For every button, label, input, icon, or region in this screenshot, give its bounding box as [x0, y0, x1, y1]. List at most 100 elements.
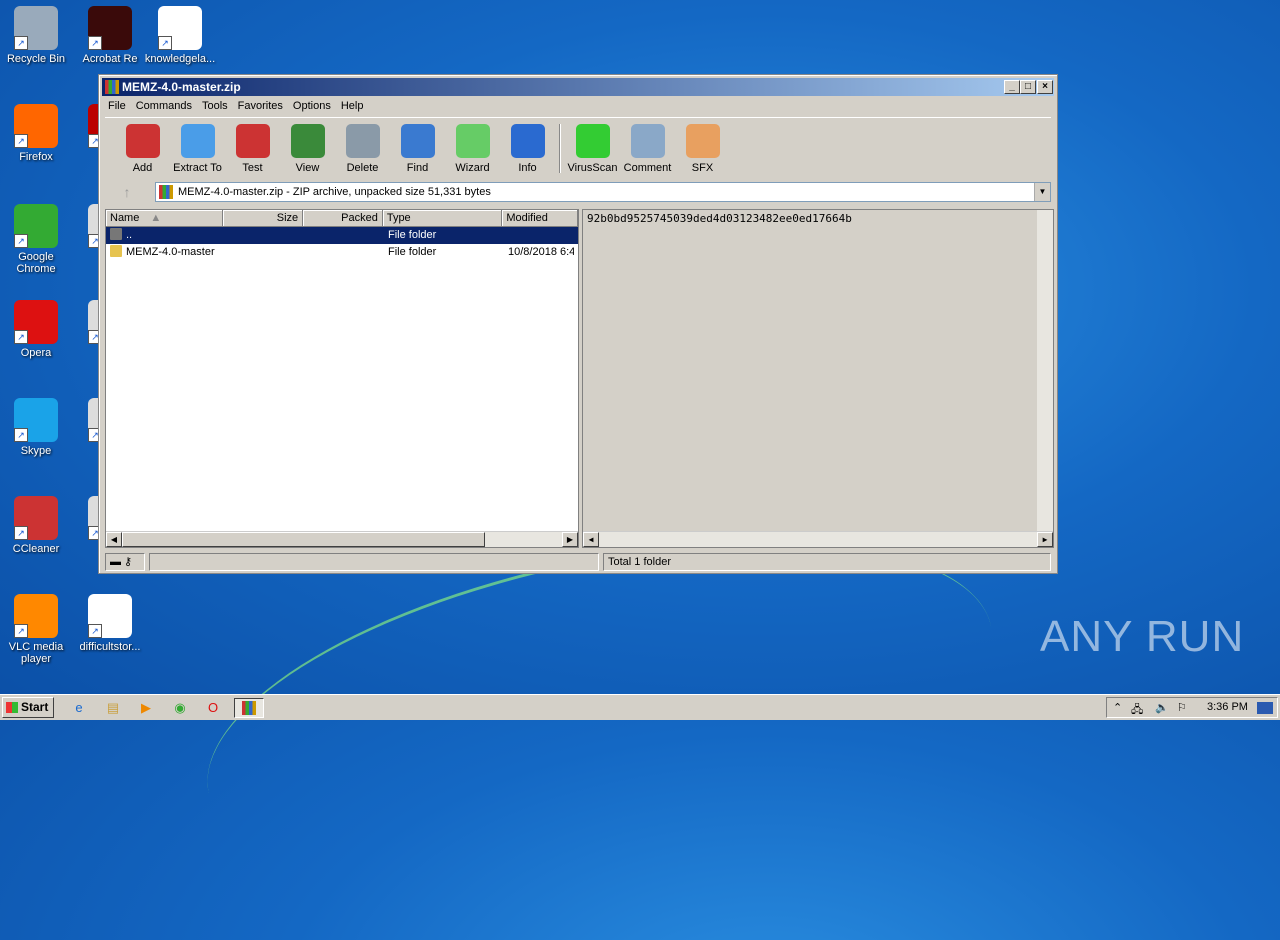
toolbar-view-button[interactable]: View: [280, 118, 335, 179]
desktop-icon[interactable]: ↗ Firefox: [0, 104, 72, 163]
column-name[interactable]: Name ▲: [106, 210, 224, 227]
desktop-icon-label: Recycle Bin: [6, 53, 66, 65]
address-dropdown[interactable]: MEMZ-4.0-master.zip - ZIP archive, unpac…: [155, 182, 1051, 202]
desktop-icon[interactable]: ↗ Recycle Bin: [0, 6, 72, 65]
status-bar: ▬ ⚷ Total 1 folder: [105, 553, 1051, 571]
toolbar-find-button[interactable]: Find: [390, 118, 445, 179]
column-size[interactable]: Size: [223, 210, 304, 227]
toolbar-label: Wizard: [455, 162, 490, 174]
toolbar-sfx-button[interactable]: SFX: [675, 118, 730, 179]
toolbar-label: Info: [518, 162, 537, 174]
menu-file[interactable]: File: [103, 98, 131, 114]
desktop-icon[interactable]: ↗ Skype: [0, 398, 72, 457]
desktop-icon[interactable]: ↗ Google Chrome: [0, 204, 72, 275]
cell-modified: [504, 227, 574, 244]
desktop-icon-label: Skype: [20, 445, 52, 457]
view-book-icon: [290, 124, 325, 158]
winrar-task-button[interactable]: [234, 698, 264, 718]
toolbar: Add Extract To Test View Delete Find Wizard Inf…: [105, 117, 1051, 179]
chevron-down-icon[interactable]: ▼: [1034, 183, 1050, 201]
clock[interactable]: 3:36 PM: [1207, 701, 1248, 713]
explorer-icon[interactable]: ▤: [100, 698, 126, 718]
chrome-icon[interactable]: ◉: [167, 698, 193, 718]
desktop-icon[interactable]: ↗ knowledgela...: [144, 6, 216, 65]
column-packed[interactable]: Packed: [303, 210, 383, 227]
toolbar-extract-to-button[interactable]: Extract To: [170, 118, 225, 179]
list-header: Name ▲ Size Packed Type Modified: [106, 210, 578, 227]
cell-type: File folder: [388, 229, 437, 241]
up-arrow-icon[interactable]: ↑: [105, 181, 149, 203]
toolbar-label: VirusScan: [567, 162, 618, 174]
desktop-icon[interactable]: ↗ Opera: [0, 300, 72, 359]
cell-name: ..: [106, 227, 224, 244]
internet-explorer-icon[interactable]: e: [66, 698, 92, 718]
column-type[interactable]: Type: [382, 210, 503, 227]
toolbar-label: Find: [406, 162, 429, 174]
cell-name: MEMZ-4.0-master: [106, 244, 224, 261]
virus-scan-icon: [575, 124, 610, 158]
desktop-icon[interactable]: ↗ VLC media player: [0, 594, 72, 665]
scroll-right-icon[interactable]: ▶: [562, 532, 578, 547]
toolbar-label: Test: [242, 162, 263, 174]
scroll-left-icon[interactable]: ◀: [583, 532, 599, 547]
table-row[interactable]: MEMZ-4.0-master File folder 10/8/2018 6:4: [106, 244, 578, 261]
show-desktop-icon[interactable]: [1257, 702, 1273, 714]
cell-packed: [304, 227, 384, 244]
menu-options[interactable]: Options: [288, 98, 336, 114]
maximize-button[interactable]: □: [1020, 80, 1036, 94]
menu-favorites[interactable]: Favorites: [233, 98, 288, 114]
desktop-icon[interactable]: ↗ difficultstor...: [74, 594, 146, 653]
media-player-icon[interactable]: ▶: [133, 698, 159, 718]
anyrun-watermark: ANY RUN: [1040, 612, 1245, 661]
toolbar-test-button[interactable]: Test: [225, 118, 280, 179]
system-tray: ⌃ 🖧 🔈 ⚐ 3:36 PM: [1106, 697, 1278, 718]
column-modified[interactable]: Modified: [502, 210, 578, 227]
menu-tools[interactable]: Tools: [197, 98, 233, 114]
action-center-flag-icon[interactable]: ⚐: [1177, 701, 1187, 714]
toolbar-add-button[interactable]: Add: [115, 118, 170, 179]
scroll-thumb[interactable]: [122, 532, 485, 547]
scroll-left-icon[interactable]: ◀: [106, 532, 122, 547]
toolbar-delete-button[interactable]: Delete: [335, 118, 390, 179]
shortcut-arrow-icon: ↗: [88, 36, 102, 50]
title-bar[interactable]: MEMZ-4.0-master.zip _ □ ×: [102, 78, 1054, 96]
app-icon: ↗: [14, 496, 58, 540]
desktop-icon-label: CCleaner: [12, 543, 60, 555]
start-button[interactable]: Start: [2, 697, 54, 718]
opera-icon[interactable]: O: [200, 698, 226, 718]
app-icon: ↗: [88, 6, 132, 50]
close-button[interactable]: ×: [1037, 80, 1053, 94]
magnifier-icon: [400, 124, 435, 158]
toolbar-label: View: [295, 162, 320, 174]
vertical-scrollbar[interactable]: [1037, 210, 1053, 531]
app-icon: ↗: [88, 594, 132, 638]
desktop-icon-label: VLC media player: [8, 641, 64, 665]
shortcut-arrow-icon: ↗: [14, 134, 28, 148]
toolbar-wizard-button[interactable]: Wizard: [445, 118, 500, 179]
scroll-right-icon[interactable]: ▶: [1037, 532, 1053, 547]
horizontal-scrollbar[interactable]: ◀ ▶: [106, 531, 578, 547]
shortcut-arrow-icon: ↗: [14, 526, 28, 540]
toolbar-comment-button[interactable]: Comment: [620, 118, 675, 179]
menu-help[interactable]: Help: [336, 98, 369, 114]
test-clipboard-icon: [235, 124, 270, 158]
toolbar-virusscan-button[interactable]: VirusScan: [565, 118, 620, 179]
app-icon: ↗: [14, 6, 58, 50]
minimize-button[interactable]: _: [1004, 80, 1020, 94]
table-row[interactable]: .. File folder: [106, 227, 578, 244]
show-hidden-icons[interactable]: ⌃: [1113, 701, 1122, 714]
menu-commands[interactable]: Commands: [131, 98, 197, 114]
toolbar-info-button[interactable]: Info: [500, 118, 555, 179]
toolbar-label: Comment: [623, 162, 672, 174]
desktop-icon[interactable]: ↗ Acrobat Re: [74, 6, 146, 65]
volume-icon[interactable]: 🔈: [1155, 701, 1169, 714]
extract-folder-icon: [180, 124, 215, 158]
shortcut-arrow-icon: ↗: [88, 624, 102, 638]
folder-icon: [110, 245, 122, 257]
shortcut-arrow-icon: ↗: [14, 36, 28, 50]
comment-horizontal-scrollbar[interactable]: ◀ ▶: [583, 531, 1053, 547]
network-icon[interactable]: 🖧: [1131, 701, 1143, 720]
shortcut-arrow-icon: ↗: [14, 428, 28, 442]
desktop-icon[interactable]: ↗ CCleaner: [0, 496, 72, 555]
toolbar-label: Add: [132, 162, 153, 174]
